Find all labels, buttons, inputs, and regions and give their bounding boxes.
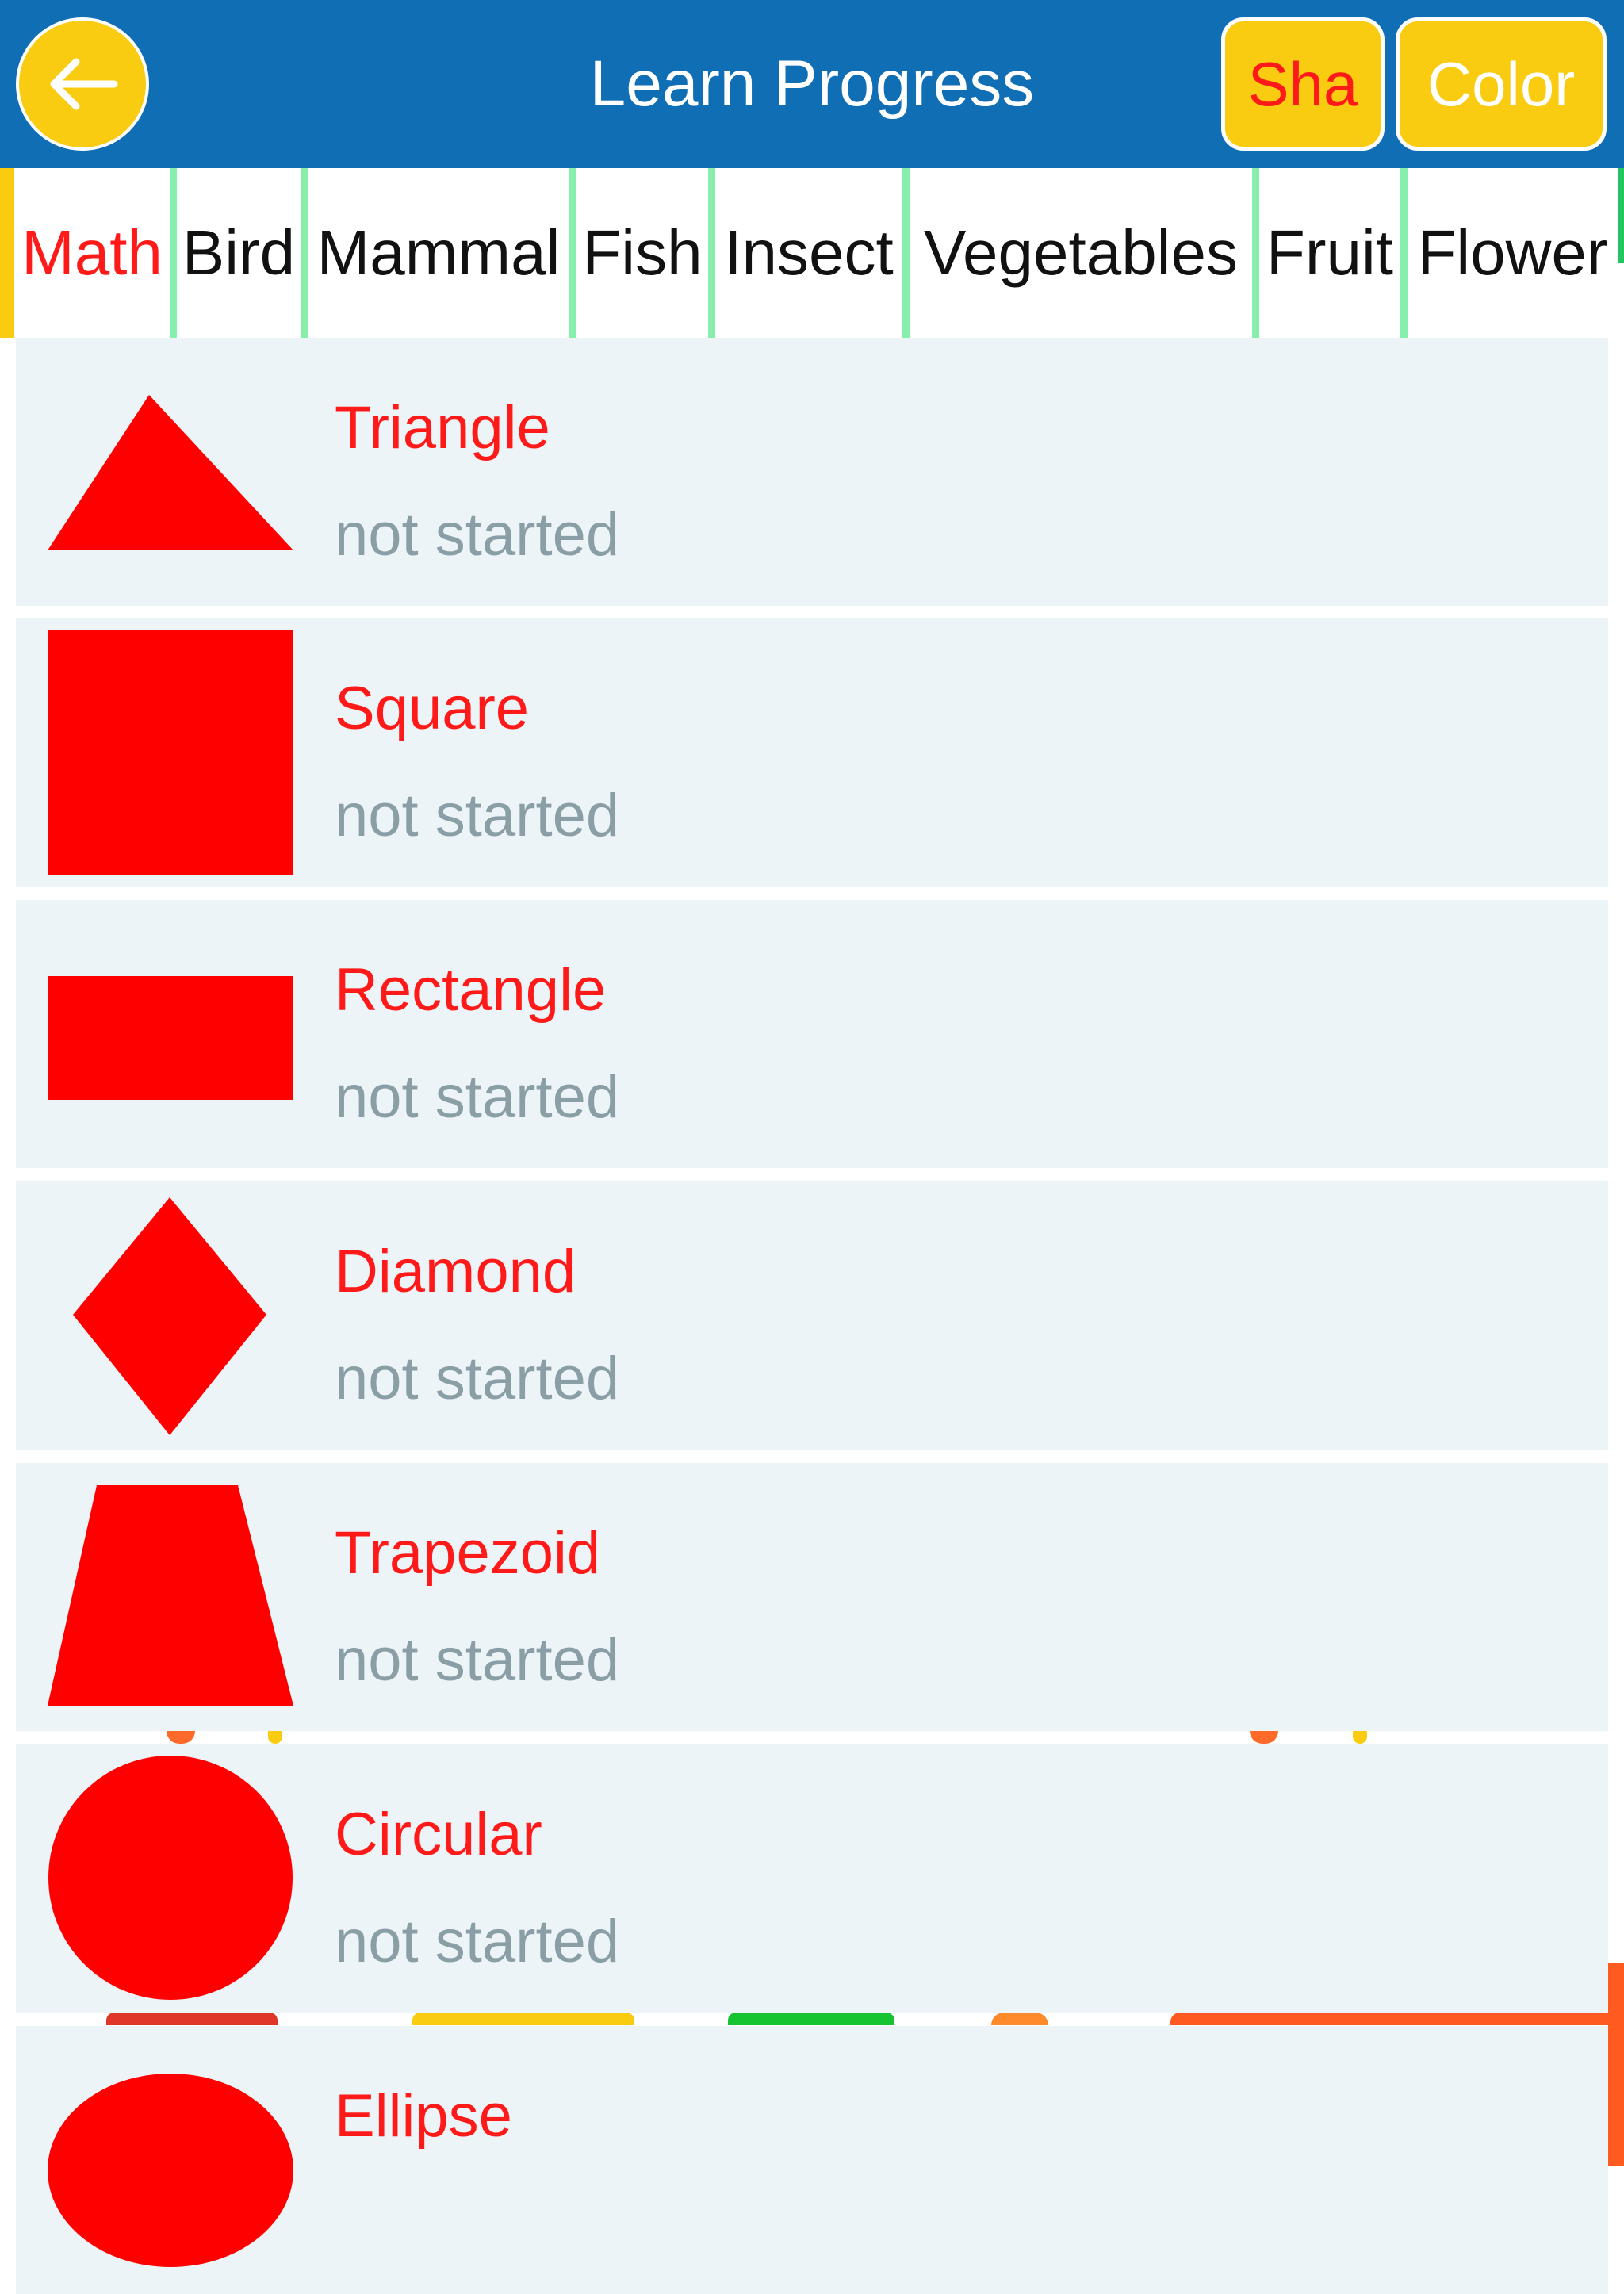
category-tabs: Math Bird Mammal Fish Insect Vegetables …	[0, 168, 1624, 338]
item-name: Circular	[335, 1801, 542, 1868]
background-decoration	[1250, 1731, 1278, 1744]
tab-separator	[902, 168, 910, 338]
item-name: Diamond	[335, 1238, 576, 1305]
list-item[interactable]: Circular not started	[16, 1744, 1608, 2013]
tab-fruit[interactable]: Fruit	[1259, 168, 1400, 338]
tab-separator	[170, 168, 177, 338]
item-status: not started	[335, 1063, 620, 1131]
rectangle-icon	[48, 976, 293, 1100]
list-item[interactable]: Rectangle not started	[16, 900, 1608, 1168]
background-decoration	[1353, 1731, 1367, 1744]
item-name: Ellipse	[335, 2082, 512, 2150]
tab-mammal[interactable]: Mammal	[308, 168, 569, 338]
item-status: not started	[335, 782, 620, 849]
tab-flower[interactable]: Flower	[1408, 168, 1618, 338]
background-decoration	[106, 2013, 278, 2025]
circle-icon	[48, 1756, 293, 2000]
item-name: Triangle	[335, 394, 550, 461]
background-decoration	[728, 2013, 894, 2025]
item-name: Square	[335, 675, 530, 742]
background-decoration	[167, 1731, 195, 1744]
list-item[interactable]: Diamond not started	[16, 1181, 1608, 1450]
tab-separator	[1400, 168, 1408, 338]
background-decoration	[1608, 1963, 1624, 2166]
list-item[interactable]: Trapezoid not started	[16, 1463, 1608, 1731]
ellipse-icon	[48, 2074, 293, 2267]
tab-separator	[569, 168, 576, 338]
tab-fish[interactable]: Fish	[576, 168, 708, 338]
shape-button[interactable]: Sha	[1221, 17, 1385, 151]
tab-left-accent	[0, 168, 14, 338]
top-bar: Learn Progress Sha Color	[0, 0, 1624, 168]
square-icon	[48, 630, 293, 875]
tab-bird[interactable]: Bird	[177, 168, 301, 338]
list-item[interactable]: Square not started	[16, 618, 1608, 887]
diamond-icon	[73, 1197, 266, 1435]
tab-separator	[301, 168, 308, 338]
background-decoration	[412, 2013, 634, 2025]
trapezoid-icon	[48, 1485, 293, 1706]
list-item[interactable]: Triangle not started	[16, 338, 1608, 606]
background-decoration	[268, 1731, 282, 1744]
tab-math[interactable]: Math	[14, 168, 170, 338]
list-item[interactable]: Ellipse	[16, 2026, 1608, 2294]
item-name: Rectangle	[335, 956, 607, 1024]
progress-list: Triangle not started Square not started …	[0, 338, 1624, 2294]
item-status: not started	[335, 1908, 620, 1975]
item-status: not started	[335, 501, 620, 569]
tab-separator	[1252, 168, 1259, 338]
tab-vegetables[interactable]: Vegetables	[910, 168, 1252, 338]
item-name: Trapezoid	[335, 1519, 601, 1587]
background-decoration	[991, 2013, 1048, 2025]
background-decoration	[1170, 2013, 1624, 2025]
item-status: not started	[335, 1626, 620, 1694]
triangle-icon	[48, 395, 293, 550]
item-status: not started	[335, 1345, 620, 1412]
color-button[interactable]: Color	[1396, 17, 1607, 151]
tab-right-accent	[1618, 168, 1624, 263]
tab-separator	[708, 168, 715, 338]
tab-insect[interactable]: Insect	[715, 168, 902, 338]
